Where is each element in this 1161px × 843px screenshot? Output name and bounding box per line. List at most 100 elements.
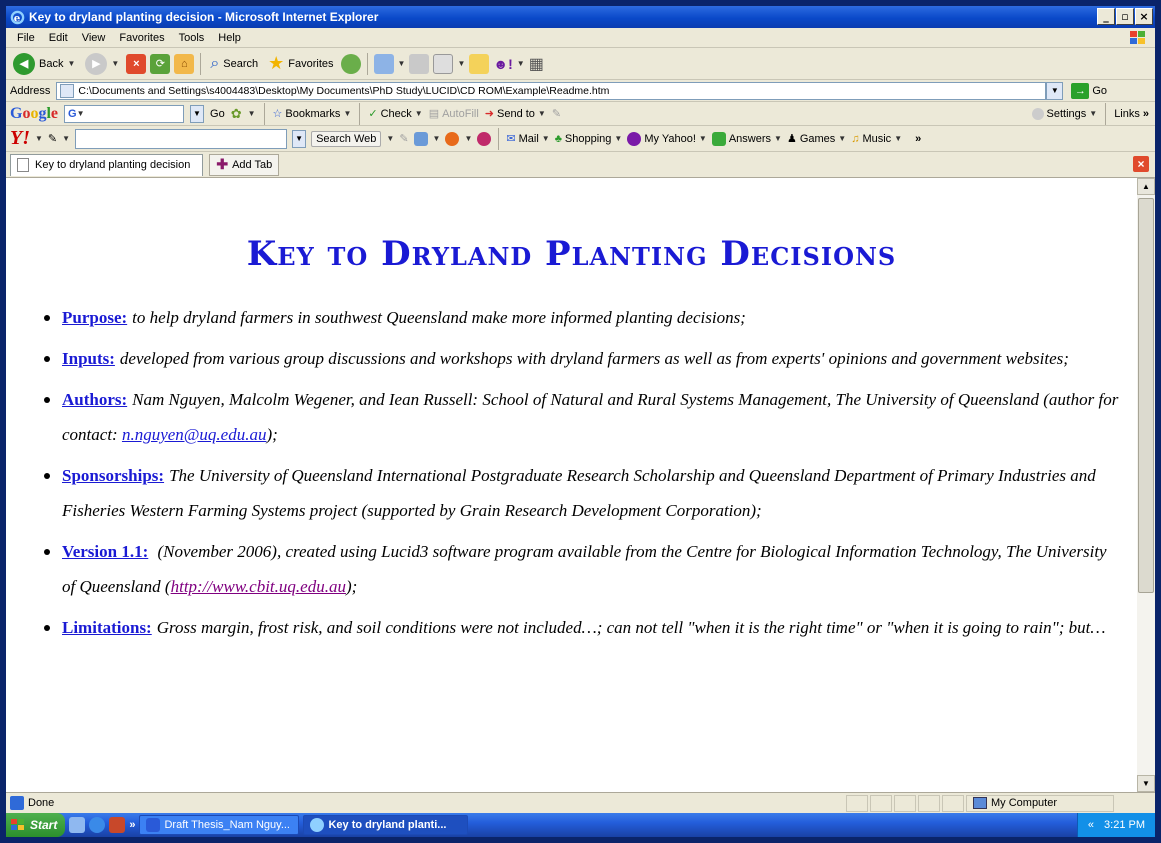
tray-expand-icon[interactable]: «	[1088, 819, 1094, 831]
yahoo-answers-button[interactable]: Answers ▼	[711, 131, 782, 146]
popup-blocker-icon[interactable]	[477, 131, 492, 146]
bookmark-star-icon: ☆	[272, 108, 283, 120]
back-button[interactable]: ◀ Back ▼	[10, 52, 78, 75]
add-tab-button[interactable]: ✚ Add Tab	[209, 153, 280, 176]
system-tray: « 3:21 PM	[1076, 813, 1155, 837]
yahoo-pencil-icon[interactable]: ✎	[48, 132, 57, 145]
refresh-icon[interactable]: ⟳	[150, 53, 171, 74]
purpose-link[interactable]: Purpose:	[62, 308, 127, 327]
task-word-document[interactable]: Draft Thesis_Nam Nguy...	[139, 815, 300, 835]
status-text: Done	[28, 797, 55, 809]
zone-label: My Computer	[991, 797, 1058, 809]
tab-title: Key to dryland planting decision	[35, 159, 191, 171]
forward-button[interactable]: ▶ ▼	[82, 52, 122, 75]
more-chevron-icon[interactable]: »	[915, 133, 921, 145]
yahoo-search-dropdown[interactable]: ▼	[292, 129, 307, 148]
google-search-input[interactable]: G ▼	[64, 104, 185, 123]
tab-bar: Key to dryland planting decision ✚ Add T…	[6, 152, 1155, 178]
close-tab-icon[interactable]: ×	[1133, 156, 1149, 172]
folder-icon[interactable]	[469, 53, 490, 74]
autofill-button[interactable]: ▤ AutoFill	[429, 107, 479, 121]
go-button[interactable]: → Go	[1071, 82, 1107, 99]
minimize-button[interactable]: _	[1097, 8, 1115, 25]
scroll-thumb[interactable]	[1138, 198, 1154, 593]
close-window-button[interactable]: ×	[1135, 8, 1153, 25]
links-button[interactable]: Links»	[1114, 108, 1149, 120]
google-search-dropdown[interactable]: ▼	[190, 104, 205, 123]
address-label: Address	[10, 84, 51, 97]
yahoo-shopping-button[interactable]: ♣ Shopping ▼	[555, 133, 623, 145]
sponsorships-link[interactable]: Sponsorships:	[62, 466, 164, 485]
vertical-scrollbar[interactable]: ▲ ▼	[1137, 178, 1155, 792]
google-go-button[interactable]: Go	[210, 108, 225, 120]
forward-arrow-icon: ▶	[85, 52, 108, 75]
print-icon[interactable]	[409, 53, 430, 74]
menu-view[interactable]: View	[75, 32, 113, 44]
authors-link[interactable]: Authors:	[62, 390, 127, 409]
check-label: Check	[380, 107, 412, 120]
inputs-text: developed from various group discussions…	[119, 349, 1069, 368]
stop-icon[interactable]: ×	[126, 53, 147, 74]
puzzle-icon[interactable]: ✿	[231, 106, 242, 122]
games-icon: ♟	[786, 133, 797, 145]
start-button[interactable]: Start	[6, 813, 66, 837]
menu-tools[interactable]: Tools	[172, 32, 212, 44]
settings-button[interactable]: Settings ▼	[1031, 107, 1097, 120]
scroll-down-button[interactable]: ▼	[1137, 775, 1155, 792]
scroll-up-button[interactable]: ▲	[1137, 178, 1155, 195]
star-icon: ★	[268, 53, 285, 73]
menu-file[interactable]: File	[10, 32, 42, 44]
inputs-link[interactable]: Inputs:	[62, 349, 115, 368]
antispy-icon[interactable]	[445, 131, 460, 146]
maximize-button[interactable]: ▫	[1116, 8, 1134, 25]
spellcheck-button[interactable]: ✓ Check ▼	[368, 107, 422, 121]
layout-icon[interactable]	[413, 131, 428, 146]
address-dropdown[interactable]: ▼	[1046, 81, 1064, 100]
task-ie-window[interactable]: Key to dryland planti...	[303, 815, 469, 835]
history-icon[interactable]	[340, 53, 361, 74]
tab-active[interactable]: Key to dryland planting decision	[10, 153, 204, 176]
search-web-button[interactable]: Search Web	[311, 130, 382, 147]
mail-icon[interactable]	[373, 53, 394, 74]
yahoo-search-input[interactable]	[75, 128, 288, 149]
start-label: Start	[30, 818, 58, 832]
yahoo-music-button[interactable]: ♫ Music ▼	[851, 133, 902, 145]
send-arrow-icon: ➜	[484, 108, 494, 120]
autofill-label: AutoFill	[442, 107, 479, 120]
quicklaunch-more-icon[interactable]: »	[129, 819, 135, 831]
yahoo-games-button[interactable]: ♟ Games ▼	[786, 132, 846, 146]
send-to-label: Send to	[497, 107, 535, 120]
version-link[interactable]: Version 1.1:	[62, 542, 148, 561]
my-yahoo-button[interactable]: My Yahoo! ▼	[627, 131, 707, 146]
edit-icon[interactable]	[433, 53, 454, 74]
list-item: Authors: Nam Nguyen, Malcolm Wegener, and…	[44, 382, 1119, 452]
home-icon[interactable]: ⌂	[174, 53, 195, 74]
pencil-icon[interactable]: ✎	[552, 107, 561, 120]
bookmarks-button[interactable]: ☆ Bookmarks ▼	[272, 107, 352, 121]
menu-help[interactable]: Help	[211, 32, 248, 44]
yahoo-toolbar: Y! ▼ ✎ ▼ ▼ Search Web ▼ ✎ ▼ ▼ ✉ Mail ▼ ♣ Shop…	[6, 126, 1155, 152]
cbit-url-link[interactable]: http://www.cbit.uq.edu.au	[171, 577, 346, 596]
settings-label: Settings	[1046, 107, 1087, 120]
limitations-link[interactable]: Limitations:	[62, 618, 152, 637]
send-to-button[interactable]: ➜ Send to ▼	[484, 107, 546, 121]
quicklaunch-app-icon[interactable]	[109, 817, 126, 833]
yahoo-mail-button[interactable]: ✉ Mail ▼	[506, 132, 549, 146]
highlight-icon[interactable]: ✎	[399, 132, 408, 145]
quicklaunch-desktop-icon[interactable]	[69, 817, 86, 833]
menu-edit[interactable]: Edit	[42, 32, 75, 44]
favorites-button[interactable]: ★ Favorites	[265, 53, 336, 74]
yahoo-messenger-icon[interactable]: ☻!	[493, 56, 512, 72]
author-email-link[interactable]: n.nguyen@uq.edu.au	[122, 425, 267, 444]
my-yahoo-icon	[627, 131, 642, 146]
back-arrow-icon: ◀	[13, 52, 35, 75]
go-arrow-icon: →	[1071, 82, 1090, 99]
research-icon[interactable]: ▦	[529, 54, 544, 74]
quicklaunch-ie-icon[interactable]	[89, 817, 106, 833]
search-button[interactable]: ⌕ Search	[207, 55, 261, 73]
windows-flag-icon	[11, 819, 24, 830]
task1-label: Draft Thesis_Nam Nguy...	[164, 819, 290, 831]
menu-favorites[interactable]: Favorites	[112, 32, 171, 44]
address-input[interactable]: C:\Documents and Settings\s4004483\Deskt…	[56, 81, 1047, 100]
status-bar: Done My Computer	[6, 792, 1155, 813]
